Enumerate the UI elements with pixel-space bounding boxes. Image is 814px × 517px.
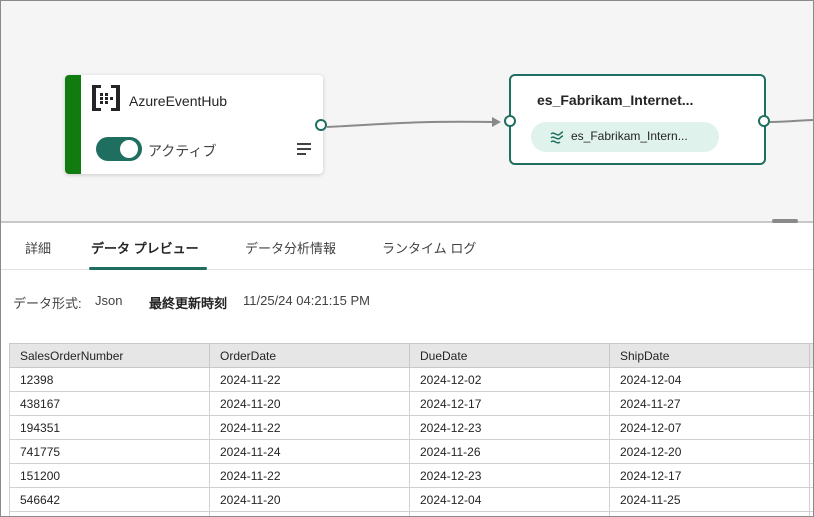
table-cell-overflow [809,439,813,464]
table-cell: 2024-12-17 [409,391,610,416]
table-cell-overflow [809,487,813,512]
stream-pill-label: es_Fabrikam_Intern... [571,129,688,143]
column-header[interactable]: OrderDate [209,343,410,368]
active-toggle[interactable] [96,137,142,161]
table-cell: 151200 [9,463,210,488]
edge-stream-outgoing [769,119,813,123]
table-cell: 2024-12-02 [409,367,610,392]
table-header-row: SalesOrderNumber OrderDate DueDate ShipD… [9,343,813,368]
last-updated-value: 11/25/24 04:21:15 PM [243,293,370,308]
table-cell: 2024-12-04 [609,367,810,392]
source-node-title: AzureEventHub [129,93,228,109]
table-row: 194351 2024-11-22 2024-12-23 2024-12-07 [9,415,813,440]
stream-node[interactable]: es_Fabrikam_Internet... es_Fabrikam_Inte… [509,74,766,165]
app-frame: AzureEventHub アクティブ es_Fabrikam_Internet… [0,0,814,517]
table-cell-overflow [809,367,813,392]
toggle-label: アクティブ [148,143,217,159]
table-cell: 2024-12-23 [409,415,610,440]
table-cell: 2024-11-22 [209,463,410,488]
table-cell-overflow [809,463,813,488]
stream-input-port[interactable] [504,115,516,127]
last-updated-label: 最終更新時刻 [149,296,228,311]
table-cell: 2024-12-17 [609,463,810,488]
table-cell: 2024-11-20 [209,487,410,512]
event-hub-icon [92,85,120,111]
data-format-label: データ形式: [13,296,82,311]
stream-node-title: es_Fabrikam_Internet... [537,92,694,108]
table-cell [609,511,810,516]
tab-data-preview[interactable]: データ プレビュー [91,238,199,257]
tab-details[interactable]: 詳細 [25,238,51,257]
table-cell: 2024-11-22 [209,367,410,392]
table-row: 438167 2024-11-20 2024-12-17 2024-11-27 [9,391,813,416]
source-node-status-bar [65,75,81,174]
table-cell: 2024-12-04 [409,487,610,512]
preview-table-container[interactable]: SalesOrderNumber OrderDate DueDate ShipD… [9,343,813,516]
table-cell [409,511,610,516]
column-header-overflow [809,343,813,368]
table-cell-overflow [809,415,813,440]
preview-table: SalesOrderNumber OrderDate DueDate ShipD… [9,343,813,516]
table-cell: 2024-11-22 [209,415,410,440]
table-cell: 2024-11-24 [209,439,410,464]
table-row: 741775 2024-11-24 2024-11-26 2024-12-20 [9,439,813,464]
stream-icon [550,131,564,144]
table-cell [9,511,210,516]
table-cell [209,511,410,516]
tab-runtime-logs[interactable]: ランタイム ログ [382,238,476,257]
table-cell: 2024-11-20 [209,391,410,416]
bottom-pane-tabs: 詳細 データ プレビュー データ分析情報 ランタイム ログ [1,223,813,270]
table-cell: 2024-11-25 [609,487,810,512]
toggle-knob [120,140,138,158]
table-cell: 741775 [9,439,210,464]
table-cell: 546642 [9,487,210,512]
source-output-port[interactable] [315,119,327,131]
column-header[interactable]: SalesOrderNumber [9,343,210,368]
table-cell: 2024-11-27 [609,391,810,416]
stream-name-pill: es_Fabrikam_Intern... [531,122,719,152]
column-header[interactable]: DueDate [409,343,610,368]
table-row: 151200 2024-11-22 2024-12-23 2024-12-17 [9,463,813,488]
edge-arrowhead [492,117,501,127]
menu-lines-icon[interactable] [297,142,313,156]
stream-output-port[interactable] [758,115,770,127]
table-cell: 2024-12-07 [609,415,810,440]
table-row: 12398 2024-11-22 2024-12-02 2024-12-04 [9,367,813,392]
table-row: 546642 2024-11-20 2024-12-04 2024-11-25 [9,487,813,512]
table-cell: 438167 [9,391,210,416]
data-format-value: Json [95,293,123,308]
column-header[interactable]: ShipDate [609,343,810,368]
flow-canvas[interactable]: AzureEventHub アクティブ es_Fabrikam_Internet… [1,1,813,221]
tab-data-insights[interactable]: データ分析情報 [245,238,336,257]
table-cell: 2024-12-23 [409,463,610,488]
table-cell: 2024-12-20 [609,439,810,464]
table-cell: 12398 [9,367,210,392]
active-tab-indicator [89,267,207,270]
table-cell-overflow [809,391,813,416]
table-cell-overflow [809,511,813,516]
source-node-eventhub[interactable]: AzureEventHub アクティブ [65,75,323,174]
table-row [9,511,813,516]
table-cell: 2024-11-26 [409,439,610,464]
table-cell: 194351 [9,415,210,440]
edge-source-to-stream [326,120,494,128]
